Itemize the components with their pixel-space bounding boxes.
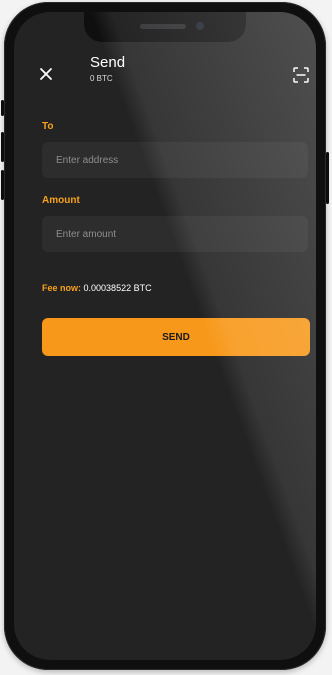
mute-switch	[1, 100, 4, 116]
fee-row: Fee now: 0.00038522 BTC	[42, 283, 152, 293]
amount-label: Amount	[42, 195, 80, 206]
notch	[84, 12, 246, 42]
balance-text: 0 BTC	[90, 74, 113, 83]
qr-scan-icon[interactable]	[292, 66, 310, 84]
amount-input[interactable]	[42, 216, 308, 252]
app-screen: Send 0 BTC To Amount Fee now: 0.00038522…	[14, 12, 316, 660]
address-input[interactable]	[42, 142, 308, 178]
volume-up-button	[1, 132, 4, 162]
page-title: Send	[90, 54, 126, 71]
fee-value: 0.00038522 BTC	[83, 283, 152, 293]
send-button[interactable]: SEND	[42, 318, 310, 356]
fee-label: Fee now:	[42, 283, 82, 293]
volume-down-button	[1, 170, 4, 200]
earpiece-speaker	[140, 24, 186, 29]
close-icon[interactable]	[38, 66, 54, 82]
header: Send 0 BTC	[14, 52, 316, 92]
front-camera	[196, 22, 204, 30]
power-button	[326, 152, 329, 204]
phone-frame: Send 0 BTC To Amount Fee now: 0.00038522…	[1, 2, 329, 670]
to-label: To	[42, 121, 54, 132]
